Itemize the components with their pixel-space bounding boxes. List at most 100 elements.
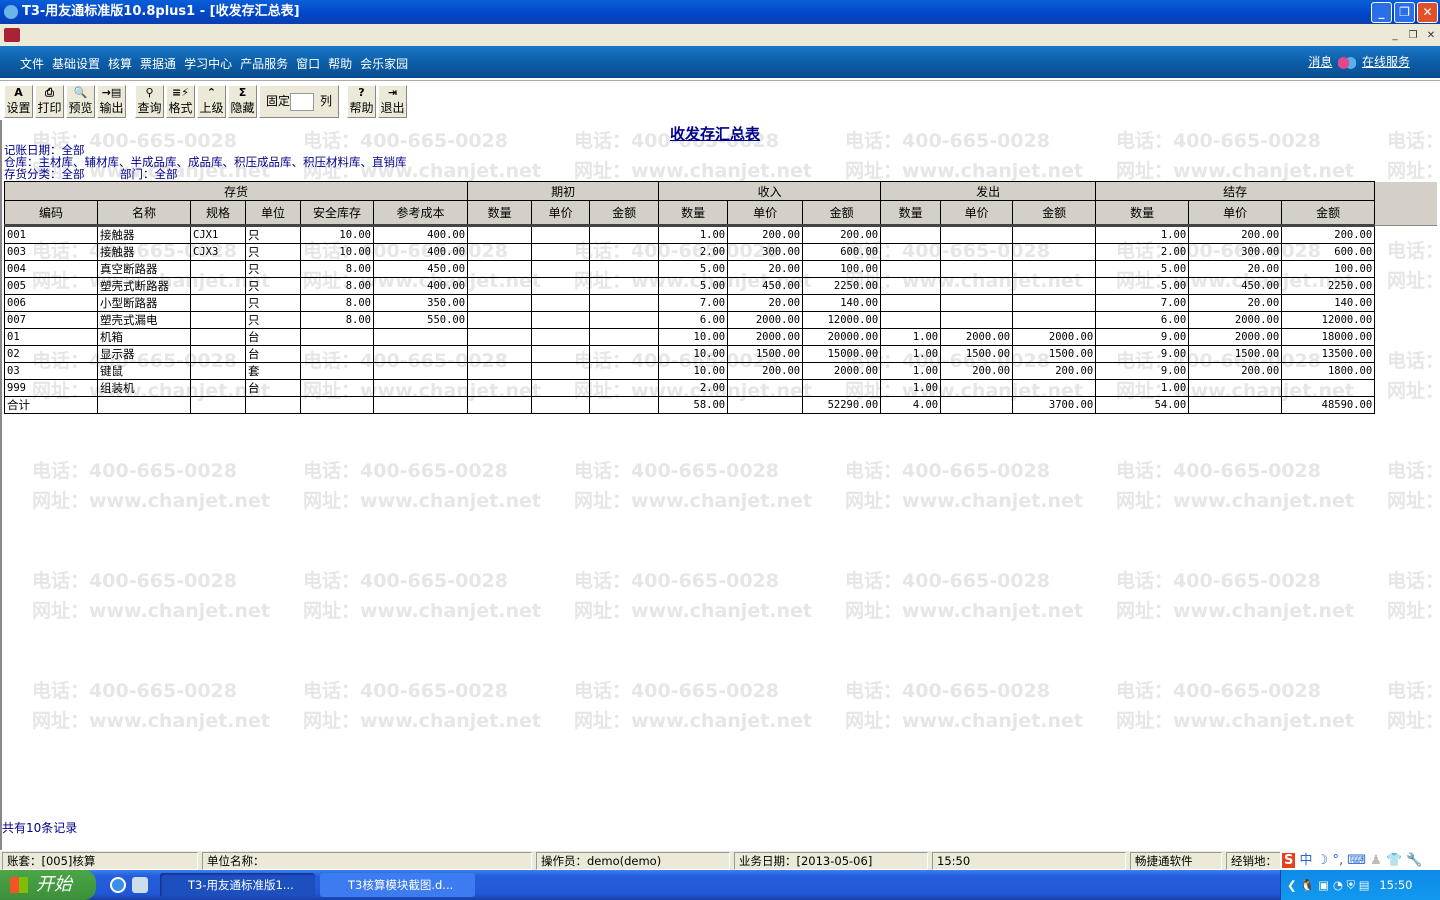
table-cell[interactable]: 2.00 [1095, 243, 1190, 261]
table-cell[interactable]: 400.00 [372, 243, 469, 261]
table-cell[interactable]: 1.00 [1095, 379, 1190, 397]
table-cell[interactable]: 5.00 [1095, 260, 1190, 278]
column-header[interactable]: 金额 [802, 200, 882, 226]
table-cell[interactable] [1012, 243, 1097, 261]
toolbar-button[interactable]: Σ 隐藏 [228, 85, 257, 118]
column-header[interactable]: 单位 [245, 200, 301, 226]
column-header[interactable]: 数量 [880, 200, 942, 226]
table-cell[interactable] [531, 396, 591, 414]
table-cell[interactable]: 001 [4, 224, 98, 244]
security-icon[interactable]: ⛨ [1347, 878, 1356, 892]
user-icon[interactable]: ♟ [1370, 853, 1382, 868]
sogou-icon[interactable]: S [1282, 853, 1296, 868]
table-cell[interactable]: 52290.00 [802, 396, 882, 414]
table-cell[interactable] [245, 396, 301, 414]
menu-item[interactable]: 会乐家园 [356, 55, 412, 72]
table-cell[interactable] [880, 260, 942, 278]
table-cell[interactable] [1012, 294, 1097, 312]
table-cell[interactable]: 只 [245, 294, 301, 312]
table-cell[interactable]: 005 [4, 277, 98, 295]
table-cell[interactable]: 1.00 [1095, 224, 1190, 244]
table-cell[interactable]: 2000.00 [940, 328, 1014, 346]
table-cell[interactable]: 1.00 [658, 224, 729, 244]
table-cell[interactable]: 显示器 [97, 345, 191, 363]
table-cell[interactable] [1188, 396, 1283, 414]
table-cell[interactable] [300, 396, 374, 414]
table-cell[interactable]: 1.00 [880, 328, 942, 346]
table-cell[interactable] [467, 396, 533, 414]
table-cell[interactable]: 2000.00 [1188, 311, 1283, 329]
menu-item[interactable]: 学习中心 [180, 55, 236, 72]
column-header[interactable]: 规格 [190, 200, 246, 226]
child-minimize-button[interactable]: _ [1388, 29, 1402, 42]
table-cell[interactable]: 套 [245, 362, 301, 380]
keyboard-icon[interactable]: ⌨ [1347, 853, 1366, 868]
table-cell[interactable] [589, 396, 660, 414]
menu-item[interactable]: 文件 [16, 55, 48, 72]
table-cell[interactable] [589, 277, 660, 295]
table-cell[interactable] [467, 328, 533, 346]
table-cell[interactable] [589, 379, 660, 397]
toolbar-button[interactable]: ? 帮助 [347, 85, 376, 118]
table-cell[interactable]: 58.00 [658, 396, 729, 414]
table-cell[interactable] [1188, 379, 1283, 397]
table-cell[interactable] [531, 345, 591, 363]
toolbar-button[interactable]: ⌃ 上级 [197, 85, 226, 118]
table-row[interactable]: 999 组装机 台 2.00 1.00 1.00 [4, 379, 1437, 397]
table-cell[interactable] [880, 277, 942, 295]
table-cell[interactable]: 2.00 [658, 243, 729, 261]
column-header[interactable]: 单价 [1188, 200, 1283, 226]
table-cell[interactable]: 7.00 [658, 294, 729, 312]
table-cell[interactable]: 01 [4, 328, 98, 346]
table-cell[interactable] [940, 379, 1014, 397]
table-cell[interactable]: 600.00 [1281, 243, 1376, 261]
table-cell[interactable] [372, 396, 469, 414]
table-cell[interactable] [190, 345, 246, 363]
column-header[interactable]: 参考成本 [372, 200, 469, 226]
column-header[interactable]: 单价 [727, 200, 804, 226]
table-cell[interactable]: 999 [4, 379, 98, 397]
table-cell[interactable]: 20.00 [727, 260, 804, 278]
table-cell[interactable] [531, 328, 591, 346]
table-cell[interactable] [589, 345, 660, 363]
table-cell[interactable] [300, 379, 374, 397]
child-restore-button[interactable]: ❐ [1406, 29, 1420, 42]
table-cell[interactable] [531, 224, 591, 244]
table-cell[interactable]: 机箱 [97, 328, 191, 346]
table-cell[interactable]: 塑壳式漏电 [97, 311, 191, 329]
table-cell[interactable]: 1500.00 [727, 345, 804, 363]
task-word-doc[interactable]: T3核算模块截图.d... [320, 873, 475, 897]
table-cell[interactable]: 300.00 [1188, 243, 1283, 261]
table-cell[interactable]: 8.00 [300, 294, 374, 312]
minimize-button[interactable]: _ [1371, 2, 1392, 23]
outlook-icon[interactable] [132, 877, 148, 893]
table-cell[interactable] [940, 224, 1014, 244]
table-cell[interactable] [940, 396, 1014, 414]
table-cell[interactable]: 140.00 [1281, 294, 1376, 312]
table-cell[interactable] [940, 243, 1014, 261]
table-cell[interactable]: 003 [4, 243, 98, 261]
table-cell[interactable]: 键鼠 [97, 362, 191, 380]
table-cell[interactable] [880, 224, 942, 244]
menu-item[interactable]: 窗口 [292, 55, 324, 72]
close-button[interactable]: ✕ [1417, 2, 1438, 23]
table-cell[interactable] [880, 311, 942, 329]
table-row[interactable]: 007 塑壳式漏电只 8.00 550.00 6.00 2000.00 12000.00 6.… [4, 311, 1437, 329]
table-cell[interactable]: 200.00 [727, 224, 804, 244]
table-cell[interactable]: 300.00 [727, 243, 804, 261]
table-cell[interactable]: 400.00 [372, 277, 469, 295]
table-cell[interactable]: 200.00 [1188, 224, 1283, 244]
table-cell[interactable]: 12000.00 [1281, 311, 1376, 329]
table-cell[interactable] [531, 379, 591, 397]
table-cell[interactable] [1012, 379, 1097, 397]
table-cell[interactable]: 2250.00 [802, 277, 882, 295]
table-cell[interactable]: 合计 [4, 396, 98, 414]
table-cell[interactable]: 007 [4, 311, 98, 329]
table-cell[interactable] [1012, 224, 1097, 244]
table-row[interactable]: 01 机箱台 10.00 2000.00 20000.00 1.00 2000.00 2000… [4, 328, 1437, 346]
online-service-link[interactable]: 在线服务 [1362, 55, 1410, 69]
table-cell[interactable] [802, 379, 882, 397]
table-cell[interactable]: 2000.00 [727, 328, 804, 346]
table-cell[interactable] [467, 311, 533, 329]
table-cell[interactable]: 只 [245, 224, 301, 244]
